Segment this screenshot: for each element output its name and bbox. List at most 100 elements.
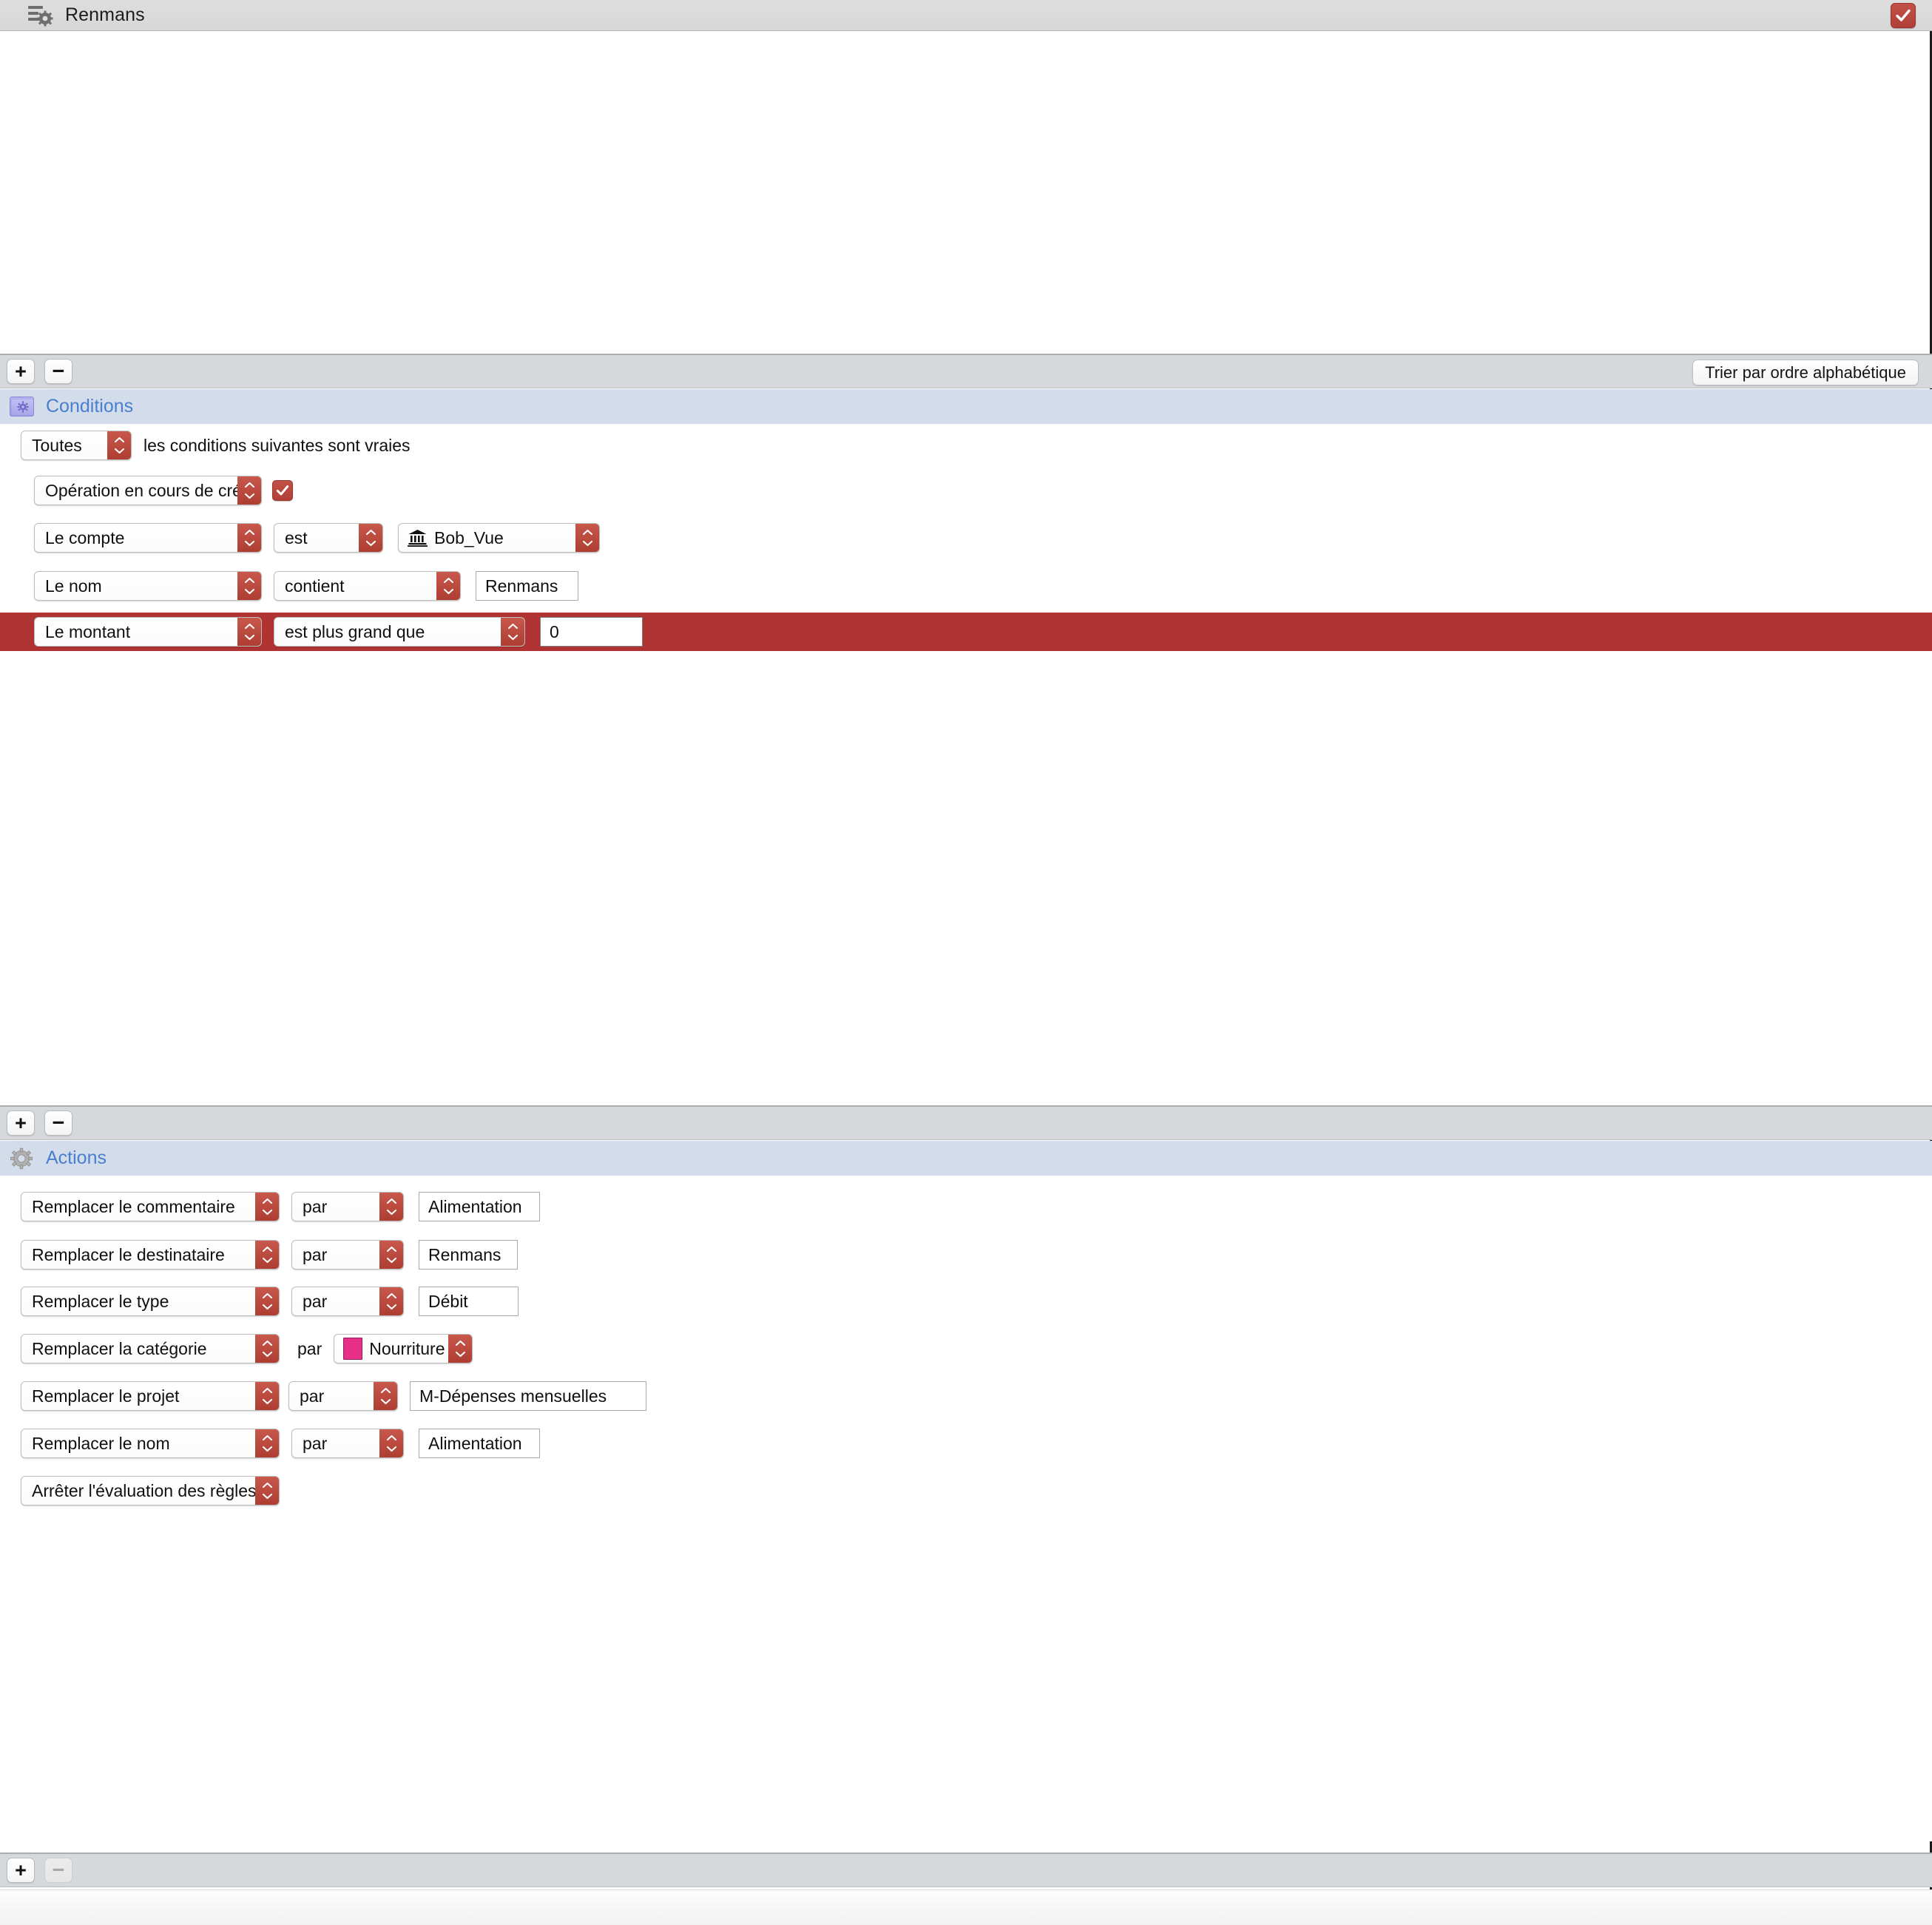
rule-editor-window: Renmans + − Trier par ordre alphabétique	[0, 0, 1932, 1925]
stepper-arrows[interactable]	[255, 1382, 279, 1410]
remove-action-button[interactable]: −	[44, 1110, 72, 1136]
stepper-arrows[interactable]	[255, 1287, 279, 1315]
stepper-arrows[interactable]	[379, 1429, 403, 1457]
stepper-arrows[interactable]	[107, 431, 131, 459]
condition-field-dropdown[interactable]: Le compte	[34, 523, 262, 553]
action-value-input[interactable]: Alimentation	[419, 1429, 540, 1458]
window-titlebar: Renmans	[0, 0, 1932, 31]
stepper-arrows[interactable]	[255, 1477, 279, 1505]
conditions-pane: Toutes les conditions suivantes sont vra…	[0, 424, 1932, 1110]
action-row-6[interactable]: Remplacer le nom par Alimentation	[0, 1426, 1932, 1461]
stepper-arrows[interactable]	[575, 524, 599, 552]
gear-glyph-icon	[16, 401, 29, 413]
action-type-dropdown[interactable]: Arrêter l'évaluation des règles	[21, 1476, 280, 1506]
condition-row-1[interactable]: Opération en cours de création	[0, 473, 1932, 508]
action-row-4[interactable]: Remplacer la catégorie par Nourriture	[0, 1331, 1932, 1366]
stepper-arrows[interactable]	[501, 618, 524, 646]
category-color-swatch	[343, 1338, 363, 1360]
action-connector-dropdown[interactable]: par	[291, 1429, 404, 1458]
condition-operator-dropdown[interactable]: contient	[274, 571, 461, 601]
action-value-input[interactable]: Alimentation	[419, 1192, 540, 1221]
stepper-arrows[interactable]	[237, 618, 261, 646]
match-mode-dropdown[interactable]: Toutes	[21, 431, 132, 460]
add-condition-button[interactable]: +	[7, 359, 35, 384]
stepper-arrows[interactable]	[379, 1193, 403, 1221]
action-row-3[interactable]: Remplacer le type par Débit	[0, 1284, 1932, 1319]
condition-row-3[interactable]: Le nom contient Renmans	[0, 568, 1932, 604]
condition-operator-dropdown[interactable]: est plus grand que	[274, 617, 525, 647]
remove-condition-button[interactable]: −	[44, 359, 72, 384]
action-type-value: Remplacer le type	[32, 1291, 169, 1311]
action-row-7[interactable]: Arrêter l'évaluation des règles	[0, 1473, 1932, 1508]
action-row-5[interactable]: Remplacer le projet par M-Dépenses mensu…	[0, 1378, 1932, 1414]
action-connector-dropdown[interactable]: par	[291, 1192, 404, 1221]
stepper-arrows[interactable]	[237, 572, 261, 600]
action-connector-value: par	[303, 1196, 328, 1216]
stepper-arrows[interactable]	[237, 524, 261, 552]
stepper-arrows[interactable]	[255, 1241, 279, 1269]
conditions-section-header: Conditions	[0, 389, 1932, 424]
bank-icon	[408, 529, 428, 547]
condition-field-value: Le montant	[45, 621, 131, 641]
condition-account-dropdown[interactable]: Bob_Vue	[398, 523, 600, 553]
window-bottom-edge	[0, 1889, 1932, 1925]
stepper-arrows[interactable]	[379, 1287, 403, 1315]
action-value-input[interactable]: Renmans	[419, 1240, 518, 1270]
stepper-arrows[interactable]	[255, 1193, 279, 1221]
action-type-dropdown[interactable]: Remplacer le destinataire	[21, 1240, 280, 1270]
condition-row-4[interactable]: Le montant est plus grand que 0	[0, 613, 1932, 651]
condition-operator-value: contient	[285, 576, 345, 596]
check-icon	[276, 485, 289, 496]
condition-value-input[interactable]: Renmans	[476, 571, 578, 601]
action-value-input[interactable]: Débit	[419, 1287, 519, 1316]
bottom-toolbar: + −	[0, 1852, 1932, 1887]
stepper-arrows[interactable]	[448, 1335, 473, 1363]
window-title: Renmans	[65, 4, 145, 25]
action-type-dropdown[interactable]: Remplacer le projet	[21, 1381, 280, 1411]
stepper-arrows[interactable]	[359, 524, 382, 552]
folder-gear-icon	[9, 396, 34, 418]
stepper-arrows[interactable]	[255, 1335, 279, 1363]
action-connector-dropdown[interactable]: par	[291, 1240, 404, 1270]
stepper-arrows[interactable]	[374, 1382, 397, 1410]
condition-field-dropdown[interactable]: Opération en cours de création	[34, 476, 262, 505]
sort-alphabetically-button[interactable]: Trier par ordre alphabétique	[1692, 360, 1919, 385]
action-type-dropdown[interactable]: Remplacer le nom	[21, 1429, 280, 1458]
stepper-arrows[interactable]	[436, 572, 460, 600]
action-row-2[interactable]: Remplacer le destinataire par Renmans	[0, 1237, 1932, 1272]
action-type-value: Remplacer le nom	[32, 1433, 170, 1453]
actions-pane: Remplacer le commentaire par Alimentatio…	[0, 1176, 1932, 1841]
action-type-dropdown[interactable]: Remplacer le commentaire	[21, 1192, 280, 1221]
action-category-dropdown[interactable]: Nourriture	[334, 1334, 473, 1363]
conditions-toolbar: + − Trier par ordre alphabétique	[0, 354, 1932, 388]
rule-gear-icon	[28, 4, 53, 27]
stepper-arrows[interactable]	[237, 476, 261, 505]
rule-enabled-checkbox[interactable]	[1891, 3, 1916, 28]
condition-field-dropdown[interactable]: Le montant	[34, 617, 262, 647]
condition-boolean-checkbox[interactable]	[272, 480, 293, 501]
stepper-arrows[interactable]	[379, 1241, 403, 1269]
action-connector-value: par	[303, 1433, 328, 1453]
action-type-dropdown[interactable]: Remplacer la catégorie	[21, 1334, 280, 1363]
condition-field-dropdown[interactable]: Le nom	[34, 571, 262, 601]
action-connector-value: par	[300, 1386, 325, 1406]
action-type-value: Arrêter l'évaluation des règles	[32, 1480, 255, 1500]
actions-section-label: Actions	[46, 1147, 107, 1168]
action-type-dropdown[interactable]: Remplacer le type	[21, 1287, 280, 1316]
stepper-arrows[interactable]	[255, 1429, 279, 1457]
add-rule-button[interactable]: +	[7, 1858, 35, 1883]
action-category-value: Nourriture	[369, 1338, 445, 1358]
add-action-button[interactable]: +	[7, 1110, 35, 1136]
condition-value-input[interactable]: 0	[540, 617, 643, 647]
action-connector-dropdown[interactable]: par	[291, 1287, 404, 1316]
condition-operator-dropdown[interactable]: est	[274, 523, 383, 553]
action-type-value: Remplacer le destinataire	[32, 1244, 225, 1264]
condition-row-2[interactable]: Le compte est Bob_Vue	[0, 520, 1932, 556]
action-value-input[interactable]: M-Dépenses mensuelles	[410, 1381, 646, 1411]
check-icon	[1896, 9, 1911, 21]
actions-section-header: Actions	[0, 1141, 1932, 1176]
action-connector-dropdown[interactable]: par	[288, 1381, 398, 1411]
action-row-1[interactable]: Remplacer le commentaire par Alimentatio…	[0, 1189, 1932, 1224]
action-connector-label: par	[297, 1338, 322, 1358]
conditions-matcher-row: Toutes les conditions suivantes sont vra…	[0, 428, 1932, 463]
